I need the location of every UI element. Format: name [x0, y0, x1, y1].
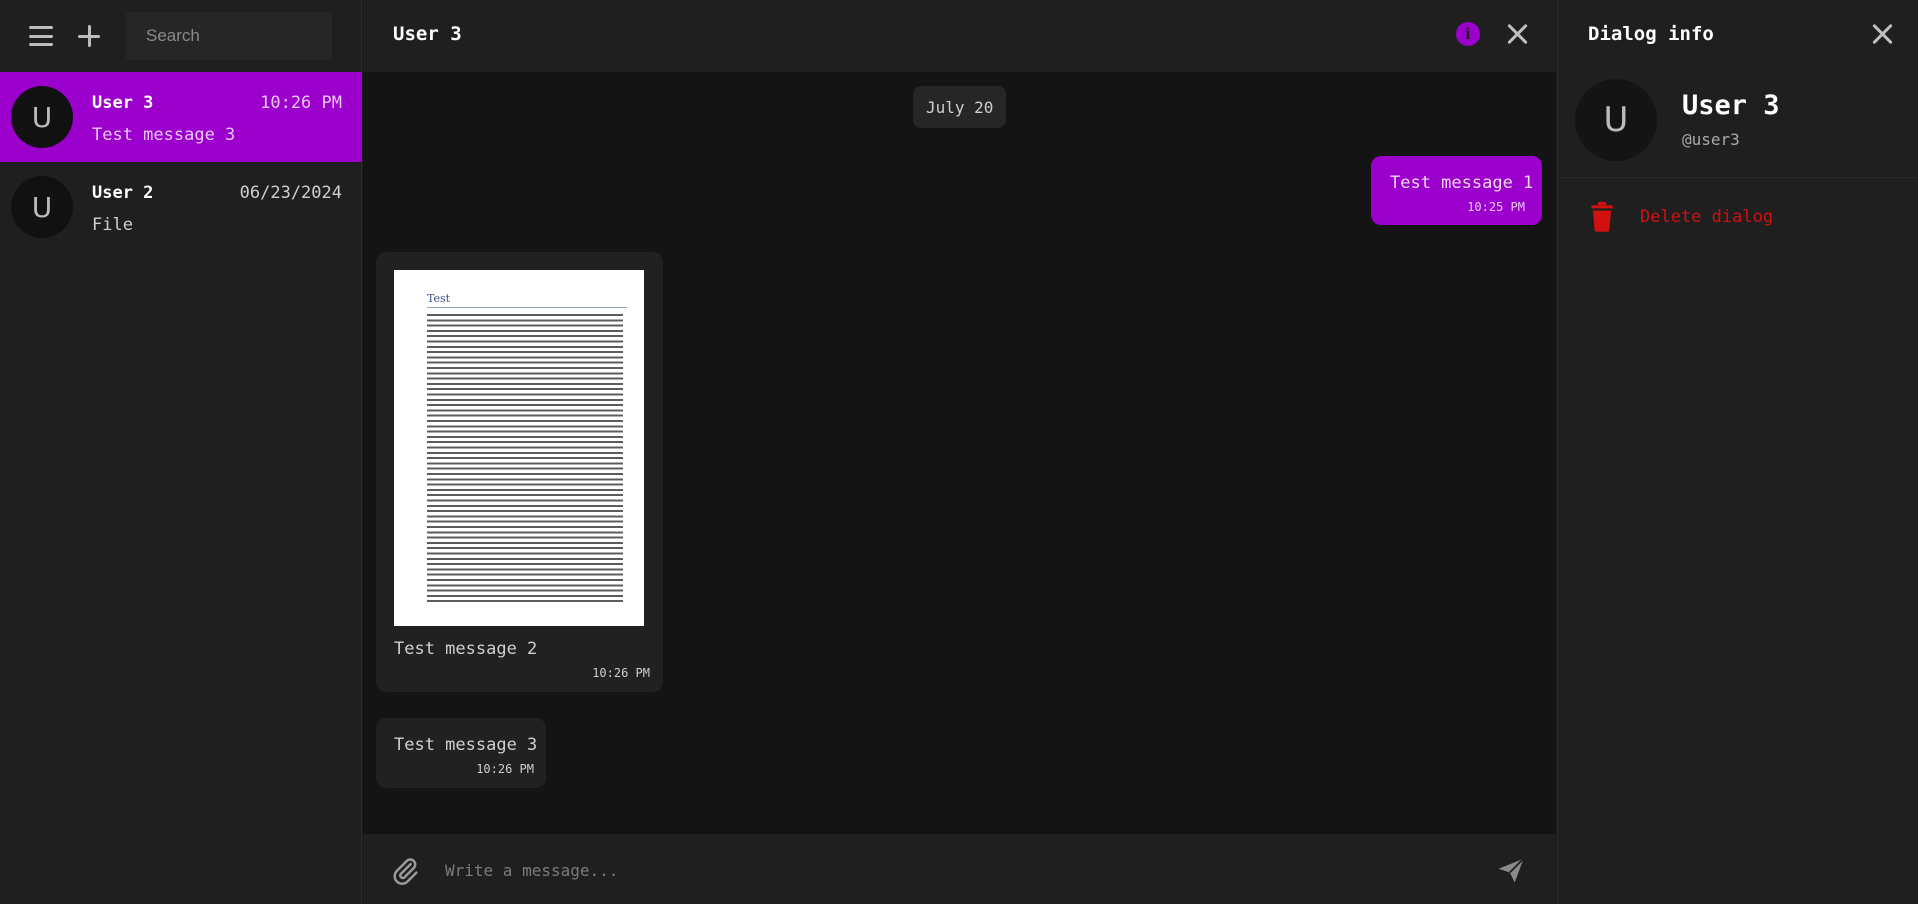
plus-icon[interactable]: [76, 23, 102, 49]
message-text: Test message 2: [394, 639, 538, 659]
message-bubble-file[interactable]: Test Test message 2 10:26 PM: [376, 252, 663, 692]
avatar: U: [11, 86, 73, 148]
sidebar-header: [0, 0, 361, 72]
message-text: Test message 1: [1390, 173, 1534, 193]
chat-area: User 3 i July 20 Test message 1 10:25 PM…: [363, 0, 1556, 904]
delete-dialog-button[interactable]: Delete dialog: [1558, 196, 1918, 240]
document-text-lines: [427, 314, 623, 604]
message-time: 10:26 PM: [476, 762, 534, 776]
delete-dialog-label: Delete dialog: [1640, 207, 1774, 227]
message-bubble-incoming[interactable]: Test message 3 10:26 PM: [376, 718, 546, 788]
profile-name: User 3: [1682, 90, 1780, 121]
document-preview[interactable]: Test: [394, 270, 644, 626]
dialog-info-panel: Dialog info U User 3 @user3 Delete dialo…: [1557, 0, 1918, 904]
chat-time: 10:26 PM: [260, 93, 342, 113]
chat-list-item-user-2[interactable]: U User 2 06/23/2024 File: [0, 162, 362, 252]
chat-title[interactable]: User 3: [393, 23, 462, 45]
close-icon[interactable]: [1871, 23, 1893, 45]
chat-time: 06/23/2024: [239, 183, 342, 203]
message-composer: [363, 834, 1556, 904]
message-time: 10:26 PM: [592, 666, 650, 680]
profile-card: U User 3 @user3: [1558, 72, 1918, 178]
close-icon[interactable]: [1506, 23, 1528, 45]
document-rule: [427, 307, 627, 308]
avatar: U: [11, 176, 73, 238]
avatar: U: [1575, 79, 1657, 161]
message-time: 10:25 PM: [1467, 200, 1525, 214]
chat-name: User 2: [92, 183, 154, 203]
message-bubble-outgoing[interactable]: Test message 1 10:25 PM: [1371, 156, 1542, 225]
menu-icon[interactable]: [28, 23, 54, 49]
chat-last-message: File: [92, 215, 133, 235]
info-icon[interactable]: i: [1456, 22, 1480, 46]
profile-handle: @user3: [1682, 130, 1740, 149]
send-icon[interactable]: [1496, 855, 1526, 885]
chat-header: User 3 i: [363, 0, 1556, 72]
message-input[interactable]: [445, 852, 1445, 888]
trash-icon: [1591, 202, 1613, 232]
search-input[interactable]: [126, 12, 332, 60]
message-text: Test message 3: [394, 735, 538, 755]
document-preview-title: Test: [427, 292, 451, 305]
chat-list-item-user-3[interactable]: U User 3 10:26 PM Test message 3: [0, 72, 362, 162]
date-separator: July 20: [913, 86, 1007, 128]
paperclip-icon[interactable]: [390, 856, 420, 886]
chat-name: User 3: [92, 93, 154, 113]
chat-last-message: Test message 3: [92, 125, 236, 145]
info-panel-header: Dialog info: [1558, 0, 1918, 72]
info-panel-title: Dialog info: [1588, 23, 1714, 45]
chat-list-sidebar: U User 3 10:26 PM Test message 3 U User …: [0, 0, 362, 904]
